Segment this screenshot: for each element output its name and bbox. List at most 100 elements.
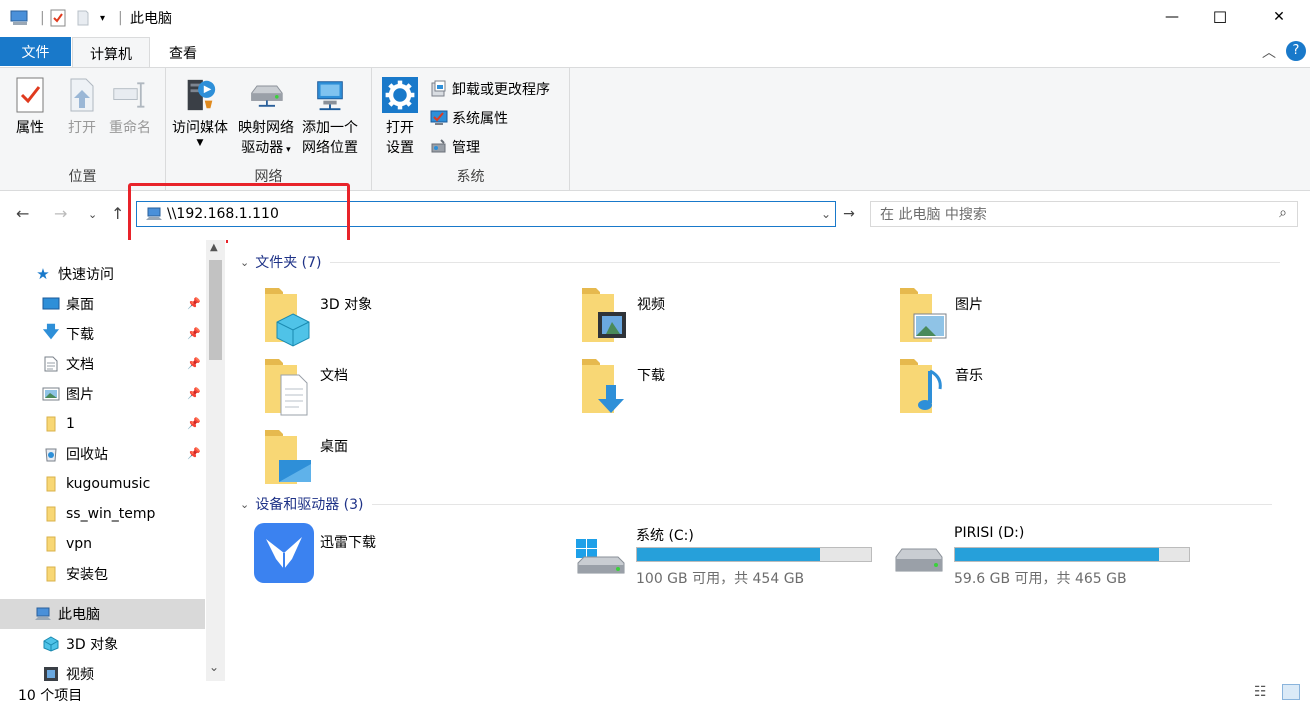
drive-d[interactable]: PIRISI (D:) 59.6 GB 可用，共 465 GB — [892, 523, 1212, 587]
nav-item-ss-win-temp[interactable]: ss_win_temp — [0, 499, 205, 529]
programs-icon — [431, 80, 446, 97]
pin-icon[interactable]: 📌 — [187, 417, 201, 430]
pin-icon[interactable]: 📌 — [187, 297, 201, 310]
system-properties-icon — [430, 110, 448, 125]
access-media-button[interactable]: 访问媒体 ▼ — [172, 74, 228, 148]
drive-usage-fill — [637, 548, 820, 561]
ribbon-tabs: 文件 计算机 查看 ︿ ? — [0, 36, 1310, 69]
maximize-button[interactable]: ☐ — [1197, 0, 1243, 34]
separator: | — [118, 10, 123, 26]
folder-downloads[interactable]: 下载 — [580, 355, 880, 419]
download-arrow-icon: 🡇 — [42, 321, 60, 341]
nav-pane-scrollbar[interactable]: ▲ ⌄ — [206, 240, 225, 681]
nav-item-vpn[interactable]: vpn — [0, 529, 205, 559]
folder-documents[interactable]: 文档 — [263, 355, 563, 419]
folder-desktop[interactable]: 桌面 — [263, 426, 563, 490]
nav-item-installers[interactable]: 安装包 — [0, 559, 205, 589]
properties-button[interactable]: 属性 — [12, 74, 48, 138]
folder-videos[interactable]: 视频 — [580, 284, 880, 348]
manage-button[interactable]: 管理 — [430, 136, 480, 158]
folder-pictures[interactable]: 图片 — [898, 284, 1198, 348]
nav-item-downloads[interactable]: 🡇 下载 📌 — [0, 319, 205, 349]
tab-file[interactable]: 文件 — [0, 37, 71, 66]
open-button[interactable]: 打开 — [64, 74, 100, 138]
status-bar: 10 个项目 ☷ — [0, 682, 1310, 704]
back-arrow-icon[interactable]: ← — [16, 204, 29, 223]
nav-item-label: 回收站 — [66, 447, 108, 463]
ribbon-group-system: 打开 设置 卸载或更改程序 系统属性 管理 系统 — [372, 68, 570, 190]
drive-name: PIRISI (D:) — [954, 525, 1025, 541]
folder-label: 下载 — [637, 368, 665, 384]
recent-locations-chevron-icon[interactable]: ⌄ — [88, 208, 97, 221]
folder-pictures-icon — [900, 288, 947, 342]
nav-item-label: 图片 — [66, 387, 94, 403]
pin-icon[interactable]: 📌 — [187, 447, 201, 460]
folder-music[interactable]: 音乐 — [898, 355, 1198, 419]
pin-icon[interactable]: 📌 — [187, 387, 201, 400]
add-location-label-line1: 添加一个 — [302, 120, 358, 136]
scroll-down-icon[interactable]: ⌄ — [209, 660, 219, 674]
up-arrow-icon[interactable]: ↑ — [111, 204, 124, 223]
folders-section-header[interactable]: ⌄ 文件夹 (7) — [240, 252, 1300, 272]
nav-this-pc[interactable]: 此电脑 — [0, 599, 205, 629]
address-dropdown-chevron-icon[interactable]: ⌄ — [821, 207, 831, 221]
rename-button[interactable]: 重命名 — [109, 74, 151, 138]
uninstall-programs-button[interactable]: 卸载或更改程序 — [430, 78, 550, 100]
folder-documents-icon — [265, 359, 308, 416]
nav-item-label: 文档 — [66, 357, 94, 373]
map-network-drive-button[interactable]: 映射网络 驱动器 ▾ — [238, 74, 294, 160]
collapse-chevron-icon[interactable]: ⌄ — [240, 498, 249, 511]
collapse-ribbon-icon[interactable]: ︿ — [1262, 42, 1276, 62]
nav-item-label: 1 — [66, 416, 75, 432]
nav-item-label: 下载 — [66, 327, 94, 343]
help-icon[interactable]: ? — [1286, 41, 1306, 61]
go-arrow-icon[interactable]: → — [838, 201, 860, 227]
nav-item-documents[interactable]: 文档 📌 — [0, 349, 205, 379]
media-server-icon — [182, 74, 218, 116]
folder-label: 桌面 — [320, 439, 348, 455]
section-divider — [329, 261, 1280, 263]
details-view-icon[interactable]: ☷ — [1254, 684, 1267, 700]
system-properties-button[interactable]: 系统属性 — [430, 107, 508, 129]
open-settings-label-line1: 打开 — [386, 120, 414, 136]
nav-item-videos[interactable]: 视频 — [0, 659, 205, 681]
add-network-location-button[interactable]: 添加一个 网络位置 — [302, 74, 358, 158]
drive-c[interactable]: 系统 (C:) 100 GB 可用，共 454 GB — [574, 523, 894, 587]
customize-quick-access-icon[interactable]: ▾ — [100, 8, 105, 28]
folder-downloads-icon — [582, 359, 624, 413]
pin-icon[interactable]: 📌 — [187, 327, 201, 340]
large-icons-view-icon[interactable] — [1282, 684, 1300, 700]
nav-item-label: kugoumusic — [66, 476, 151, 492]
tab-computer[interactable]: 计算机 — [72, 37, 150, 69]
scrollbar-thumb[interactable] — [209, 260, 222, 360]
scroll-up-icon[interactable]: ▲ — [210, 242, 218, 253]
folder-3d-objects-icon — [265, 288, 310, 347]
minimize-button[interactable]: — — [1149, 0, 1195, 34]
rename-icon — [112, 74, 148, 116]
open-settings-button[interactable]: 打开 设置 — [382, 74, 418, 158]
nav-item-desktop[interactable]: 桌面 📌 — [0, 289, 205, 319]
collapse-chevron-icon[interactable]: ⌄ — [240, 256, 249, 269]
pin-icon[interactable]: 📌 — [187, 357, 201, 370]
device-xunlei[interactable]: 迅雷下载 — [254, 523, 554, 587]
folder-3d-objects[interactable]: 3D 对象 — [263, 284, 563, 348]
tab-view[interactable]: 查看 — [155, 37, 211, 68]
nav-item-kugoumusic[interactable]: kugoumusic — [0, 469, 205, 499]
address-bar[interactable]: \\192.168.1.110 ⌄ — [136, 201, 836, 227]
forward-arrow-icon[interactable]: → — [54, 204, 67, 223]
nav-item-3d-objects[interactable]: 3D 对象 — [0, 629, 205, 659]
drive-space: 100 GB 可用，共 454 GB — [636, 571, 805, 587]
nav-quick-access[interactable]: ★ 快速访问 — [0, 259, 205, 289]
close-button[interactable]: ✕ — [1256, 0, 1302, 34]
devices-section-header[interactable]: ⌄ 设备和驱动器 (3) — [240, 494, 1300, 514]
computer-icon — [146, 207, 162, 220]
search-box[interactable]: 在 此电脑 中搜索 ⌕ — [870, 201, 1298, 227]
new-folder-quick-icon[interactable] — [76, 8, 90, 28]
nav-item-recycle-bin[interactable]: 回收站 📌 — [0, 439, 205, 469]
nav-item-label: 视频 — [66, 667, 94, 681]
nav-item-pictures[interactable]: 图片 📌 — [0, 379, 205, 409]
folder-icon — [42, 505, 60, 523]
device-label: 迅雷下载 — [320, 535, 376, 551]
properties-quick-icon[interactable] — [50, 8, 66, 28]
nav-item-folder-1[interactable]: 1 📌 — [0, 409, 205, 439]
